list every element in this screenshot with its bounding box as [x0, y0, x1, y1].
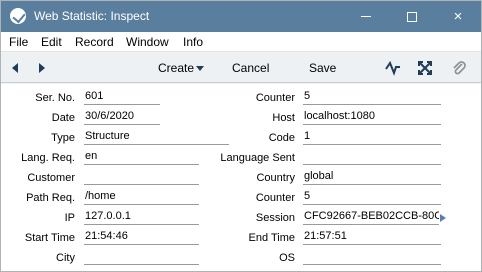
next-record-icon[interactable]: [35, 60, 49, 76]
start-time-field[interactable]: 21:54:46: [84, 230, 199, 245]
date-field[interactable]: 30/6/2020: [84, 110, 160, 125]
title-bar: Web Statistic: Inspect ×: [1, 1, 481, 32]
close-icon: ×: [453, 8, 463, 25]
maximize-icon: [407, 11, 417, 22]
customer-field[interactable]: [84, 170, 199, 185]
menu-info[interactable]: Info: [183, 35, 203, 49]
ip-field[interactable]: 127.0.0.1: [84, 210, 199, 225]
close-button[interactable]: ×: [435, 1, 481, 32]
customer-label: Customer: [27, 172, 75, 184]
inspect-window: Web Statistic: Inspect × File Edit Recor…: [0, 0, 482, 272]
record-form: Ser. No. 601 Date 30/6/2020 Type Structu…: [1, 84, 481, 271]
toolbar: Create Cancel Save: [1, 53, 481, 83]
session-label: Session: [255, 212, 295, 224]
menu-edit[interactable]: Edit: [41, 35, 62, 49]
city-label: City: [56, 252, 75, 264]
code-label: Code: [268, 132, 295, 144]
window-title: Web Statistic: Inspect: [34, 9, 150, 23]
date-label: Date: [51, 112, 75, 124]
end-time-label: End Time: [248, 232, 295, 244]
cancel-button[interactable]: Cancel: [232, 61, 269, 75]
end-time-field[interactable]: 21:57:51: [303, 230, 441, 245]
previous-record-icon[interactable]: [9, 60, 23, 76]
counter-2-label: Counter: [255, 192, 295, 204]
maximize-button[interactable]: [389, 1, 435, 32]
create-dropdown-icon[interactable]: [196, 66, 204, 71]
language-sent-field[interactable]: [303, 150, 441, 165]
city-field[interactable]: [84, 250, 199, 265]
language-sent-label: Language Sent: [220, 152, 295, 164]
ser-no-field[interactable]: 601: [84, 90, 160, 105]
session-paste-arrow-icon[interactable]: [440, 214, 446, 222]
path-req-label: Path Req.: [26, 192, 75, 204]
country-field[interactable]: global: [303, 170, 441, 185]
create-button[interactable]: Create: [158, 61, 194, 75]
host-field[interactable]: localhost:1080: [303, 110, 441, 125]
lang-req-label: Lang. Req.: [21, 152, 75, 164]
minimize-button[interactable]: [343, 1, 389, 32]
minimize-icon: [361, 16, 371, 17]
session-field[interactable]: CFC92667-BEB02CCB-80CC: [303, 210, 439, 225]
counter-2-field[interactable]: 5: [303, 190, 441, 205]
type-label: Type: [51, 132, 75, 144]
os-field[interactable]: [303, 250, 441, 265]
paperclip-icon[interactable]: [451, 60, 467, 76]
code-field[interactable]: 1: [303, 130, 441, 145]
os-label: OS: [279, 252, 295, 264]
country-label: Country: [256, 172, 295, 184]
menu-file[interactable]: File: [9, 35, 28, 49]
menu-record[interactable]: Record: [75, 35, 114, 49]
app-icon: [10, 8, 26, 24]
path-req-field[interactable]: /home: [84, 190, 199, 205]
menu-bar: File Edit Record Window Info: [1, 32, 481, 52]
expand-icon[interactable]: [417, 60, 433, 76]
lang-req-field[interactable]: en: [84, 150, 199, 165]
save-button[interactable]: Save: [309, 61, 336, 75]
host-label: Host: [272, 112, 295, 124]
activity-icon[interactable]: [385, 60, 401, 76]
counter-label: Counter: [255, 92, 295, 104]
menu-window[interactable]: Window: [126, 35, 169, 49]
ser-no-label: Ser. No.: [35, 92, 75, 104]
counter-field[interactable]: 5: [303, 90, 441, 105]
ip-label: IP: [64, 212, 75, 224]
start-time-label: Start Time: [24, 232, 75, 244]
